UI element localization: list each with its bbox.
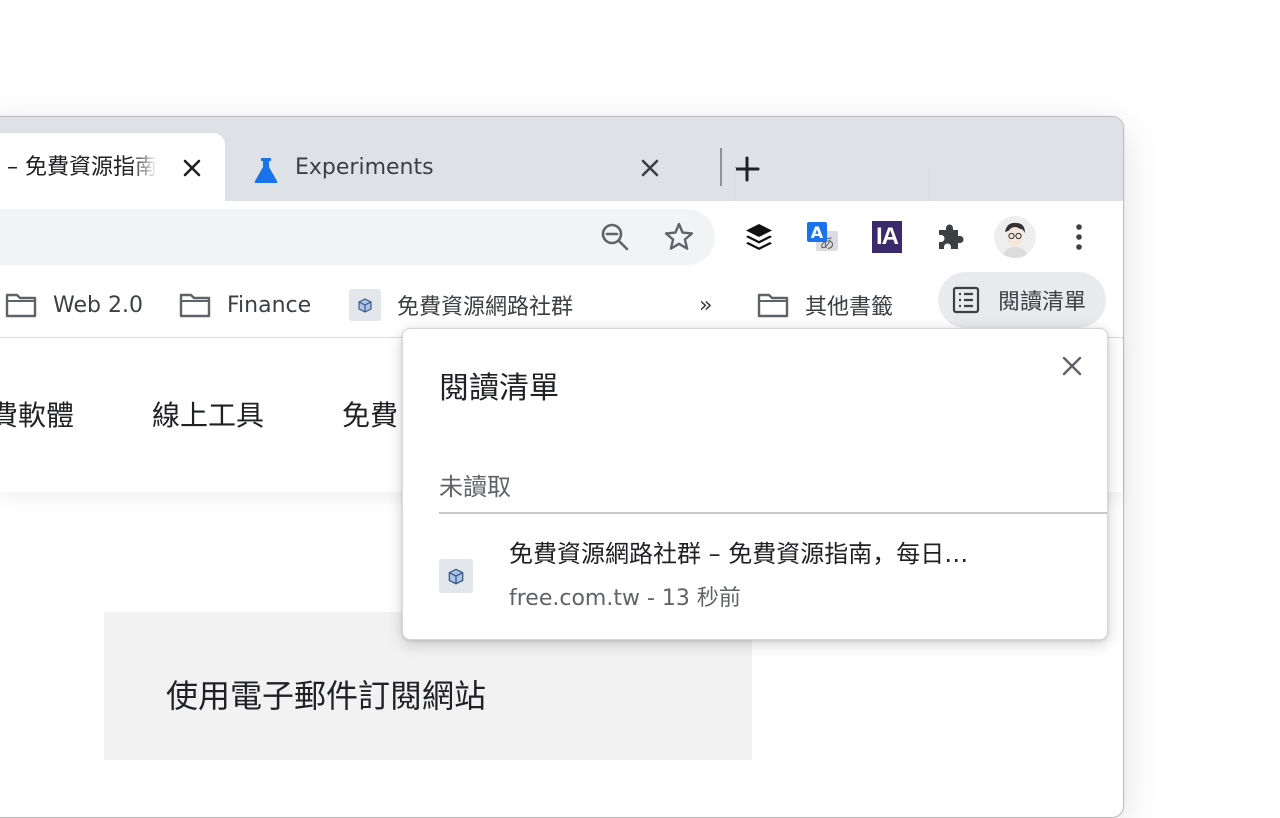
tab-experiments[interactable]: Experiments <box>225 133 695 201</box>
reading-list-item-meta: free.com.tw - 13 秒前 <box>509 586 741 611</box>
svg-text:A: A <box>811 223 824 242</box>
site-favicon <box>439 559 473 593</box>
popup-close-button[interactable] <box>1055 349 1089 383</box>
more-vertical-icon <box>1076 224 1082 250</box>
popup-title: 閱讀清單 <box>439 371 559 406</box>
bookmark-star-button[interactable] <box>661 219 697 255</box>
site-favicon <box>349 289 381 321</box>
plus-icon <box>734 156 760 182</box>
bookmark-separator <box>734 168 736 200</box>
bookmark-label: Finance <box>227 292 312 318</box>
zoom-button[interactable] <box>597 219 633 255</box>
ia-extension-button[interactable]: IA <box>867 217 907 257</box>
profile-button[interactable] <box>993 215 1037 259</box>
close-icon <box>641 159 659 177</box>
ia-icon: IA <box>872 221 902 253</box>
translate-extension-button[interactable]: あA <box>803 217 843 257</box>
tab-separator <box>720 148 722 186</box>
reading-list-button[interactable]: 閱讀清單 <box>938 272 1106 328</box>
buffer-extension-button[interactable] <box>739 217 779 257</box>
flask-icon <box>251 155 281 185</box>
unread-section-label: 未讀取 <box>439 473 511 501</box>
tab-active[interactable]: 免費資源網路社群 – 免費資源指南 <box>0 133 225 205</box>
bookmark-web20[interactable]: Web 2.0 <box>5 273 143 337</box>
nav-item-free[interactable]: 免費 <box>342 396 398 436</box>
toolbar: あA IA <box>0 201 1123 273</box>
folder-icon <box>757 293 789 318</box>
bookmark-label: Web 2.0 <box>53 292 143 318</box>
divider <box>439 512 1107 514</box>
reading-list-item[interactable]: 免費資源網路社群 – 免費資源指南，每日… free.com.tw - 13 秒… <box>439 525 1107 625</box>
bookmark-separator <box>928 168 930 200</box>
reading-list-item-title: 免費資源網路社群 – 免費資源指南，每日… <box>509 540 969 568</box>
folder-icon <box>179 293 211 318</box>
address-bar[interactable] <box>0 209 715 265</box>
tab-close-button[interactable] <box>177 153 207 183</box>
chevron-double-right-icon: » <box>699 292 713 318</box>
reading-list-icon <box>952 286 980 314</box>
bookmark-finance[interactable]: Finance <box>179 273 311 337</box>
subscribe-title: 使用電子郵件訂閱網站 <box>166 677 487 715</box>
tab-close-button[interactable] <box>635 153 665 183</box>
reading-list-label: 閱讀清單 <box>998 290 1087 315</box>
bookmark-label: 其他書籤 <box>805 295 894 320</box>
close-icon <box>183 159 201 177</box>
tab-strip: 免費資源網路社群 – 免費資源指南 Experiments <box>0 117 1123 205</box>
extensions-button[interactable] <box>931 217 971 257</box>
close-icon <box>1062 356 1082 376</box>
translate-icon: あA <box>807 222 838 252</box>
avatar <box>994 216 1036 258</box>
tab-title: 免費資源網路社群 – 免費資源指南 <box>0 155 157 180</box>
layers-icon <box>746 224 772 250</box>
folder-icon <box>5 293 37 318</box>
nav-item-online-tools[interactable]: 線上工具 <box>152 396 264 436</box>
bookmark-label: 免費資源網路社群 <box>397 295 574 320</box>
puzzle-icon <box>939 224 964 249</box>
menu-button[interactable] <box>1061 217 1097 257</box>
zoom-out-icon <box>601 223 629 251</box>
nav-item-software[interactable]: 費軟體 <box>0 396 74 436</box>
reading-list-popup: 閱讀清單 未讀取 免費資源網路社群 – 免費資源指南，每日… free.com.… <box>402 328 1108 640</box>
tab-title: Experiments <box>295 155 434 180</box>
star-icon <box>664 222 694 250</box>
